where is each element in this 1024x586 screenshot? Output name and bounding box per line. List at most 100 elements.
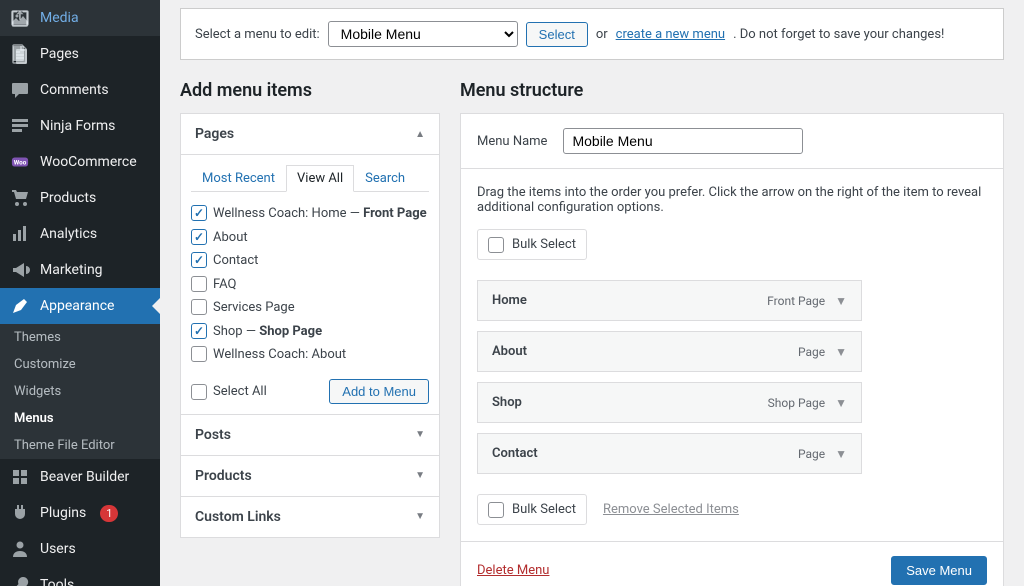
sidebar-label: Plugins: [40, 505, 86, 521]
beaver-icon: [10, 467, 30, 487]
sidebar-label: Comments: [40, 82, 109, 98]
sub-widgets[interactable]: Widgets: [0, 378, 160, 405]
pages-icon: [10, 44, 30, 64]
checkbox-icon[interactable]: [488, 502, 504, 518]
sidebar-label: Media: [40, 10, 79, 26]
checkbox-icon[interactable]: [191, 252, 207, 268]
users-icon: [10, 539, 30, 559]
sidebar-item-analytics[interactable]: Analytics: [0, 216, 160, 252]
page-check-row[interactable]: Contact: [191, 249, 429, 273]
sidebar-label: Appearance: [40, 298, 114, 314]
suffix-text: . Do not forget to save your changes!: [733, 27, 944, 42]
checkbox-icon[interactable]: [191, 229, 207, 245]
instructions-text: Drag the items into the order you prefer…: [477, 185, 987, 215]
delete-menu-link[interactable]: Delete Menu: [477, 563, 549, 578]
acc-posts-header[interactable]: Posts ▼: [181, 415, 439, 455]
menu-item-row[interactable]: Shop Shop Page▼: [477, 382, 862, 423]
sidebar-label: Products: [40, 190, 96, 206]
sidebar-label: Beaver Builder: [40, 469, 129, 485]
menu-items-list: Home Front Page▼ About Page▼ Shop Shop P…: [477, 280, 987, 474]
menu-structure-box: Menu Name Drag the items into the order …: [460, 113, 1004, 586]
checkbox-icon[interactable]: [488, 237, 504, 253]
add-menu-items-title: Add menu items: [180, 80, 440, 101]
sidebar-item-appearance[interactable]: Appearance: [0, 288, 160, 324]
create-new-menu-link[interactable]: create a new menu: [616, 27, 725, 42]
caret-up-icon: ▲: [415, 129, 425, 140]
comments-icon: [10, 80, 30, 100]
select-label: Select a menu to edit:: [195, 27, 320, 42]
caret-down-icon[interactable]: ▼: [835, 294, 847, 308]
menu-name-input[interactable]: [563, 128, 803, 154]
sub-themes[interactable]: Themes: [0, 324, 160, 351]
checkbox-icon[interactable]: [191, 384, 207, 400]
sidebar-label: Analytics: [40, 226, 97, 242]
sidebar-item-beaver[interactable]: Beaver Builder: [0, 459, 160, 495]
or-text: or: [596, 27, 608, 42]
checkbox-icon[interactable]: [191, 323, 207, 339]
tab-most-recent[interactable]: Most Recent: [191, 165, 286, 192]
caret-down-icon[interactable]: ▼: [835, 447, 847, 461]
caret-down-icon: ▼: [415, 470, 425, 481]
remove-selected-link: Remove Selected Items: [603, 502, 739, 517]
checkbox-icon[interactable]: [191, 205, 207, 221]
sub-theme-file-editor[interactable]: Theme File Editor: [0, 432, 160, 459]
checkbox-icon[interactable]: [191, 276, 207, 292]
menu-item-row[interactable]: Contact Page▼: [477, 433, 862, 474]
page-check-row[interactable]: Wellness Coach: Home — Front Page: [191, 202, 429, 226]
pages-checklist: Wellness Coach: Home — Front Page About …: [191, 202, 429, 367]
media-icon: [10, 8, 30, 28]
page-check-row[interactable]: FAQ: [191, 273, 429, 297]
sidebar-item-ninja-forms[interactable]: Ninja Forms: [0, 108, 160, 144]
page-check-row[interactable]: Wellness Coach: About: [191, 343, 429, 367]
sidebar-item-products[interactable]: Products: [0, 180, 160, 216]
add-to-menu-button[interactable]: Add to Menu: [329, 379, 429, 404]
bulk-select-bottom[interactable]: Bulk Select: [477, 494, 587, 525]
sidebar-item-woocommerce[interactable]: Woo WooCommerce: [0, 144, 160, 180]
sidebar-item-users[interactable]: Users: [0, 531, 160, 567]
acc-products-header[interactable]: Products ▼: [181, 456, 439, 496]
plugin-badge: 1: [100, 505, 118, 522]
caret-down-icon[interactable]: ▼: [835, 396, 847, 410]
caret-down-icon[interactable]: ▼: [835, 345, 847, 359]
checkbox-icon[interactable]: [191, 346, 207, 362]
menu-item-row[interactable]: Home Front Page▼: [477, 280, 862, 321]
sidebar-label: Users: [40, 541, 76, 557]
menu-select[interactable]: Mobile Menu: [328, 21, 518, 47]
page-check-row[interactable]: About: [191, 226, 429, 250]
sidebar-label: WooCommerce: [40, 154, 137, 170]
menu-item-row[interactable]: About Page▼: [477, 331, 862, 372]
sub-menus[interactable]: Menus: [0, 405, 160, 432]
forms-icon: [10, 116, 30, 136]
woo-icon: Woo: [10, 152, 30, 172]
save-menu-button[interactable]: Save Menu: [891, 556, 987, 585]
appearance-icon: [10, 296, 30, 316]
page-check-row[interactable]: Services Page: [191, 296, 429, 320]
sidebar-item-comments[interactable]: Comments: [0, 72, 160, 108]
menu-select-box: Select a menu to edit: Mobile Menu Selec…: [180, 8, 1004, 60]
select-all-label[interactable]: Select All: [191, 383, 267, 400]
svg-text:Woo: Woo: [14, 159, 27, 167]
main-content: Select a menu to edit: Mobile Menu Selec…: [160, 0, 1024, 586]
sidebar-item-marketing[interactable]: Marketing: [0, 252, 160, 288]
select-button[interactable]: Select: [526, 22, 588, 47]
menu-name-label: Menu Name: [477, 134, 547, 149]
add-items-accordion: Pages ▲ Most Recent View All Search Well…: [180, 113, 440, 538]
sidebar-item-media[interactable]: Media: [0, 0, 160, 36]
tab-search[interactable]: Search: [354, 165, 416, 192]
sidebar-label: Tools: [40, 577, 74, 586]
checkbox-icon[interactable]: [191, 299, 207, 315]
acc-pages-header[interactable]: Pages ▲: [181, 114, 439, 154]
sidebar-label: Marketing: [40, 262, 103, 278]
sidebar-item-tools[interactable]: Tools: [0, 567, 160, 586]
tab-view-all[interactable]: View All: [286, 165, 354, 192]
bulk-select-top[interactable]: Bulk Select: [477, 229, 587, 260]
sidebar-label: Ninja Forms: [40, 118, 115, 134]
acc-custom-links-header[interactable]: Custom Links ▼: [181, 497, 439, 537]
sidebar-item-plugins[interactable]: Plugins 1: [0, 495, 160, 531]
sidebar-item-pages[interactable]: Pages: [0, 36, 160, 72]
products-icon: [10, 188, 30, 208]
page-check-row[interactable]: Shop — Shop Page: [191, 320, 429, 344]
plugins-icon: [10, 503, 30, 523]
tools-icon: [10, 575, 30, 586]
sub-customize[interactable]: Customize: [0, 351, 160, 378]
